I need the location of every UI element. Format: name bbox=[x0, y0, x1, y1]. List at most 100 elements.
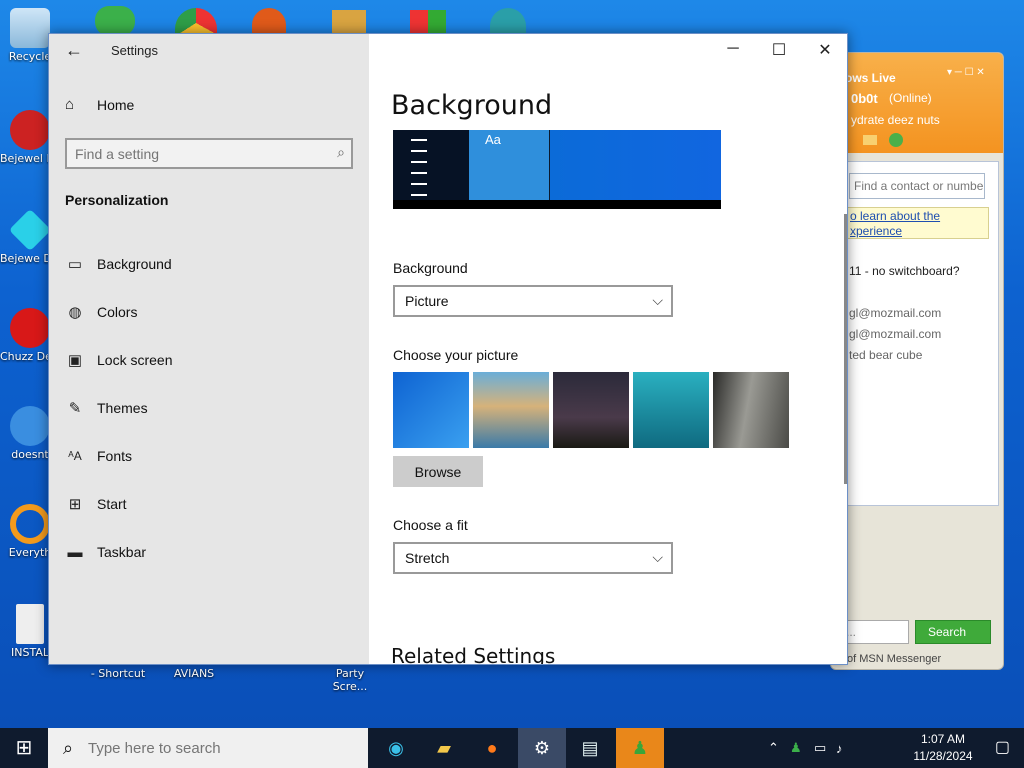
sidebar-item-themes[interactable]: ✎ Themes bbox=[65, 384, 172, 432]
choose-picture-label: Choose your picture bbox=[393, 347, 519, 363]
background-dropdown-value: Picture bbox=[405, 293, 449, 309]
nav-home[interactable]: ⌂ Home bbox=[65, 96, 134, 113]
msn-contact-line[interactable]: gl@mozmail.com bbox=[849, 306, 941, 320]
window-title: Settings bbox=[111, 43, 158, 58]
nav-list: ▭ Background ◍ Colors ▣ Lock screen ✎ Th… bbox=[65, 240, 173, 576]
character-icon[interactable] bbox=[490, 8, 526, 36]
sidebar-item-fonts[interactable]: ᴬA Fonts bbox=[65, 432, 172, 480]
taskbar-clock[interactable]: 1:07 AM 11/28/2024 bbox=[905, 731, 981, 765]
app-icon[interactable] bbox=[252, 8, 286, 36]
back-arrow-icon[interactable]: ← bbox=[65, 40, 83, 61]
edge-icon[interactable]: ◉ bbox=[372, 728, 420, 768]
search-icon: ⌕ bbox=[337, 144, 345, 160]
brush-icon: ✎ bbox=[68, 400, 82, 417]
preview-start-menu bbox=[393, 130, 469, 209]
msn-title: ows Live bbox=[845, 71, 896, 85]
msn-personal-message[interactable]: ydrate deez nuts bbox=[851, 113, 940, 127]
picture-thumbnail-windows[interactable] bbox=[393, 372, 469, 448]
maximize-button[interactable]: ☐ bbox=[767, 40, 791, 60]
start-button[interactable]: ⊞ bbox=[0, 728, 48, 768]
background-label: Background bbox=[393, 260, 468, 276]
diamond-icon bbox=[8, 208, 52, 252]
choose-fit-label: Choose a fit bbox=[393, 517, 468, 533]
sidebar-item-label: Themes bbox=[97, 400, 148, 416]
background-preview: Aa bbox=[393, 130, 721, 209]
sidebar-item-label: Start bbox=[97, 496, 127, 512]
msn-notice-link[interactable]: o learn about the xperience bbox=[845, 207, 989, 239]
msn-minimize-button[interactable]: ▾ ─ ☐ ✕ bbox=[947, 67, 985, 78]
msn-find-contact-input[interactable]: Find a contact or numbe bbox=[849, 173, 985, 199]
firefox-icon[interactable]: ● bbox=[468, 728, 516, 768]
preview-tiles bbox=[469, 130, 549, 200]
desktop-icon-label: AVIANS bbox=[173, 667, 215, 680]
search-icon: ⌕ bbox=[62, 737, 74, 758]
preview-text: Aa bbox=[485, 132, 501, 147]
file-explorer-icon[interactable]: ▰ bbox=[420, 728, 468, 768]
taskbar-icon: ▬ bbox=[67, 543, 83, 561]
msn-header: ows Live ▾ ─ ☐ ✕ 0b0t (Online) ydrate de… bbox=[831, 53, 1003, 153]
sidebar-item-background[interactable]: ▭ Background bbox=[65, 240, 172, 288]
msn-folder-icon[interactable] bbox=[863, 135, 877, 145]
related-settings-heading: Related Settings bbox=[391, 644, 556, 664]
globe-icon bbox=[10, 406, 50, 446]
msn-messenger-icon[interactable]: ♟ bbox=[616, 728, 664, 768]
sidebar-item-label: Background bbox=[97, 256, 172, 272]
desktop-icon-label: Party Scre... bbox=[332, 667, 368, 693]
volume-icon[interactable]: ♪ bbox=[836, 741, 843, 756]
msn-contact-line[interactable]: ted bear cube bbox=[849, 348, 922, 362]
notification-icon[interactable]: ▢ bbox=[995, 737, 1010, 757]
fonts-icon: ᴬA bbox=[68, 449, 82, 463]
msn-messenger-window[interactable]: ows Live ▾ ─ ☐ ✕ 0b0t (Online) ydrate de… bbox=[830, 52, 1004, 670]
msn-status[interactable]: (Online) bbox=[889, 91, 932, 105]
background-dropdown[interactable]: Picture ⌵ bbox=[393, 285, 673, 317]
settings-taskbar-icon[interactable]: ⚙ bbox=[518, 728, 566, 768]
app-window-icon[interactable]: ▤ bbox=[566, 728, 614, 768]
picture-thumbnails bbox=[393, 372, 789, 448]
lock-screen-icon: ▣ bbox=[67, 352, 83, 369]
fit-dropdown[interactable]: Stretch ⌵ bbox=[393, 542, 673, 574]
nav-home-label: Home bbox=[97, 96, 135, 113]
msn-tray-icon[interactable]: ♟ bbox=[790, 740, 802, 756]
taskbar: ⊞ ⌕ ◉ ▰ ● ⚙ ▤ ♟ ⌃ ♟ ▭ ♪ 1:07 AM 11/28/20… bbox=[0, 728, 1024, 768]
picture-thumbnail-cliff[interactable] bbox=[713, 372, 789, 448]
find-setting-input[interactable] bbox=[67, 140, 317, 167]
people-icon[interactable] bbox=[95, 6, 135, 36]
sidebar-item-label: Colors bbox=[97, 304, 138, 320]
scrollbar[interactable] bbox=[844, 214, 847, 484]
taskbar-search-input[interactable] bbox=[88, 739, 358, 757]
clock-date: 11/28/2024 bbox=[913, 749, 973, 763]
picture-thumbnail-underwater[interactable] bbox=[633, 372, 709, 448]
picture-icon: ▭ bbox=[67, 256, 83, 273]
chevron-up-icon[interactable]: ⌃ bbox=[768, 740, 779, 756]
minimize-button[interactable]: ─ bbox=[721, 40, 745, 58]
sidebar-item-label: Taskbar bbox=[97, 544, 147, 560]
document-icon bbox=[16, 604, 44, 644]
picture-thumbnail-beach[interactable] bbox=[473, 372, 549, 448]
msn-contact-line[interactable]: 11 - no switchboard? bbox=[849, 264, 960, 278]
picture-thumbnail-night-sky[interactable] bbox=[553, 372, 629, 448]
taskbar-search[interactable]: ⌕ bbox=[48, 728, 368, 768]
desktop: Recycle Bejewel Delux Bejewe Delux Chuzz… bbox=[0, 0, 1024, 728]
preview-wallpaper bbox=[550, 130, 721, 200]
msn-search-input[interactable]: ... bbox=[841, 620, 909, 644]
desktop-icon-label: - Shortcut bbox=[90, 667, 146, 680]
msn-search-button[interactable]: Search bbox=[915, 620, 991, 644]
sidebar-item-start[interactable]: ⊞ Start bbox=[65, 480, 172, 528]
msn-contact-line[interactable]: gl@mozmail.com bbox=[849, 327, 941, 341]
preview-taskbar bbox=[393, 200, 721, 209]
msn-globe-icon[interactable] bbox=[889, 133, 903, 147]
home-icon: ⌂ bbox=[65, 96, 75, 113]
browse-button[interactable]: Browse bbox=[393, 456, 483, 487]
sidebar-item-taskbar[interactable]: ▬ Taskbar bbox=[65, 528, 172, 576]
sidebar-item-colors[interactable]: ◍ Colors bbox=[65, 288, 172, 336]
close-button[interactable]: ✕ bbox=[813, 40, 837, 60]
settings-window: ← Settings ⌂ Home ⌕ Personalization ▭ Ba… bbox=[48, 33, 848, 665]
page-title: Background bbox=[391, 90, 553, 121]
msn-footer: of MSN Messenger bbox=[847, 653, 942, 665]
sidebar-item-lock-screen[interactable]: ▣ Lock screen bbox=[65, 336, 173, 384]
palette-icon: ◍ bbox=[68, 304, 82, 321]
chevron-down-icon: ⌵ bbox=[652, 549, 663, 565]
find-setting-search[interactable]: ⌕ bbox=[65, 138, 353, 169]
fit-dropdown-value: Stretch bbox=[405, 550, 450, 566]
network-icon[interactable]: ▭ bbox=[814, 740, 826, 756]
